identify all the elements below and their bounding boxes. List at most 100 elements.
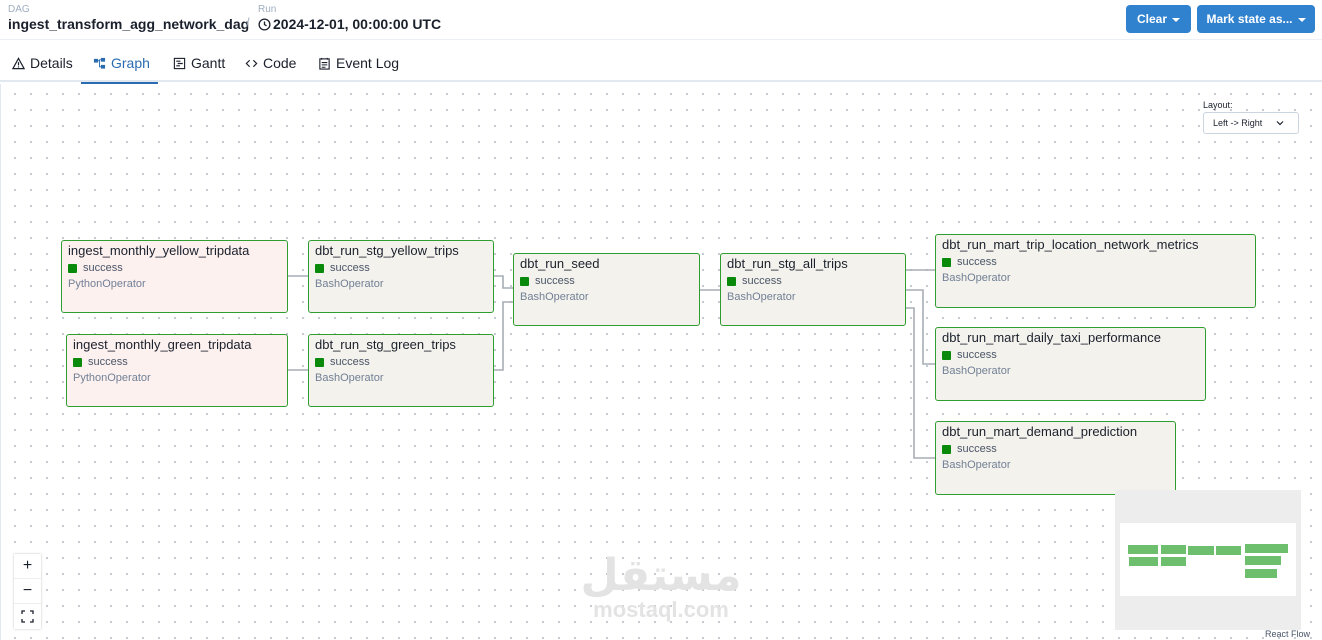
clear-button[interactable]: Clear (1126, 5, 1191, 33)
task-id: ingest_monthly_green_tripdata (73, 337, 252, 352)
breadcrumb-dag[interactable]: DAG ingest_transform_agg_network_dag (8, 4, 249, 33)
breadcrumb-run[interactable]: Run 2024-12-01, 00:00:00 UTC (258, 4, 441, 33)
minimap-node (1128, 545, 1158, 554)
task-operator: BashOperator (315, 278, 384, 290)
task-operator: BashOperator (315, 372, 384, 384)
event-log-icon (319, 57, 330, 70)
task-state: success (742, 275, 782, 287)
task-id: dbt_run_mart_demand_prediction (942, 424, 1138, 439)
layout-control: Layout: Left -> Right (1203, 100, 1299, 134)
success-status-icon (942, 258, 951, 267)
fit-view-icon (21, 610, 34, 623)
task-id: dbt_run_seed (520, 256, 600, 271)
graph-canvas[interactable]: ingest_monthly_yellow_tripdata success P… (0, 84, 1322, 640)
tab-code-label: Code (263, 55, 297, 71)
task-id: dbt_run_stg_all_trips (727, 256, 848, 271)
task-operator: BashOperator (942, 365, 1011, 377)
edge (494, 275, 513, 289)
graph-icon (93, 57, 106, 69)
minimap-node (1216, 546, 1241, 555)
task-operator: PythonOperator (73, 372, 151, 384)
tab-graph[interactable]: Graph (81, 44, 158, 84)
dag-id[interactable]: ingest_transform_agg_network_dag (8, 15, 249, 33)
success-status-icon (520, 277, 529, 286)
chevron-down-icon (1297, 18, 1306, 22)
watermark-arabic: مستقل (580, 550, 742, 601)
task-operator: BashOperator (942, 459, 1011, 471)
task-state: success (330, 262, 370, 274)
edge (906, 307, 935, 459)
task-operator: BashOperator (727, 291, 796, 303)
tab-gantt[interactable]: Gantt (171, 44, 227, 82)
task-id: dbt_run_stg_green_trips (315, 337, 456, 352)
tab-event-log-label: Event Log (336, 55, 400, 71)
gantt-icon (173, 57, 186, 69)
minimap[interactable] (1115, 490, 1301, 630)
zoom-in-button[interactable]: + (14, 554, 41, 579)
task-operator: BashOperator (942, 272, 1011, 284)
success-status-icon (315, 358, 324, 367)
task-state: success (330, 356, 370, 368)
task-node[interactable]: dbt_run_mart_trip_location_network_metri… (935, 234, 1256, 308)
task-node[interactable]: ingest_monthly_green_tripdata success Py… (66, 334, 288, 407)
tab-code[interactable]: Code (243, 44, 298, 82)
watermark-logo: مستقل mostaql.com (571, 554, 751, 622)
task-id: dbt_run_mart_trip_location_network_metri… (942, 237, 1199, 252)
task-id: ingest_monthly_yellow_tripdata (68, 243, 250, 258)
minimap-node (1245, 569, 1277, 578)
edge (906, 289, 935, 365)
tab-bar: Details Graph Gantt Code Event Log (0, 44, 1322, 84)
task-state: success (83, 262, 123, 274)
mark-state-button-label: Mark state as... (1206, 12, 1293, 26)
layout-select[interactable]: Left -> Right (1203, 112, 1299, 134)
task-node[interactable]: dbt_run_seed success BashOperator (513, 253, 700, 326)
success-status-icon (727, 277, 736, 286)
react-flow-attribution[interactable]: React Flow (1265, 629, 1310, 639)
run-label: Run (258, 4, 277, 15)
layout-label: Layout: (1203, 100, 1233, 110)
edge (494, 301, 513, 371)
warning-icon (12, 56, 25, 69)
task-node[interactable]: dbt_run_mart_daily_taxi_performance succ… (935, 327, 1206, 401)
minimap-node (1245, 544, 1288, 553)
task-operator: PythonOperator (68, 278, 146, 290)
task-node[interactable]: dbt_run_stg_green_trips success BashOper… (308, 334, 494, 407)
success-status-icon (942, 445, 951, 454)
tab-details-label: Details (30, 55, 73, 71)
tab-details[interactable]: Details (10, 44, 75, 82)
task-node[interactable]: dbt_run_stg_all_trips success BashOperat… (720, 253, 906, 326)
task-state: success (957, 349, 997, 361)
watermark-latin: mostaql.com (593, 597, 729, 622)
clear-button-label: Clear (1136, 12, 1168, 26)
dag-run-header: DAG ingest_transform_agg_network_dag / R… (0, 0, 1322, 40)
zoom-in-label: + (22, 557, 33, 574)
minimap-node (1161, 557, 1186, 566)
task-operator: BashOperator (520, 291, 589, 303)
minimap-node (1245, 556, 1281, 565)
task-node[interactable]: dbt_run_mart_demand_prediction success B… (935, 421, 1176, 495)
task-id: dbt_run_stg_yellow_trips (315, 243, 459, 258)
task-state: success (535, 275, 575, 287)
task-id: dbt_run_mart_daily_taxi_performance (942, 330, 1161, 345)
zoom-out-label: − (22, 582, 33, 599)
task-state: success (957, 443, 997, 455)
run-id: 2024-12-01, 00:00:00 UTC (273, 16, 442, 32)
fit-view-button[interactable] (14, 604, 41, 629)
breadcrumb-separator: / (246, 15, 250, 30)
minimap-node (1129, 557, 1158, 566)
task-node[interactable]: ingest_monthly_yellow_tripdata success P… (61, 240, 288, 313)
dag-label: DAG (8, 4, 30, 15)
mark-state-button[interactable]: Mark state as... (1197, 5, 1315, 33)
minimap-node (1161, 545, 1186, 554)
layout-value: Left -> Right (1213, 118, 1263, 128)
minimap-node (1188, 546, 1214, 555)
code-icon (245, 59, 258, 67)
chevron-down-icon (1172, 18, 1181, 22)
success-status-icon (942, 351, 951, 360)
tab-gantt-label: Gantt (191, 55, 226, 71)
tab-event-log[interactable]: Event Log (316, 44, 401, 82)
task-state: success (88, 356, 128, 368)
task-state: success (957, 256, 997, 268)
task-node[interactable]: dbt_run_stg_yellow_trips success BashOpe… (308, 240, 494, 313)
zoom-out-button[interactable]: − (14, 579, 41, 604)
